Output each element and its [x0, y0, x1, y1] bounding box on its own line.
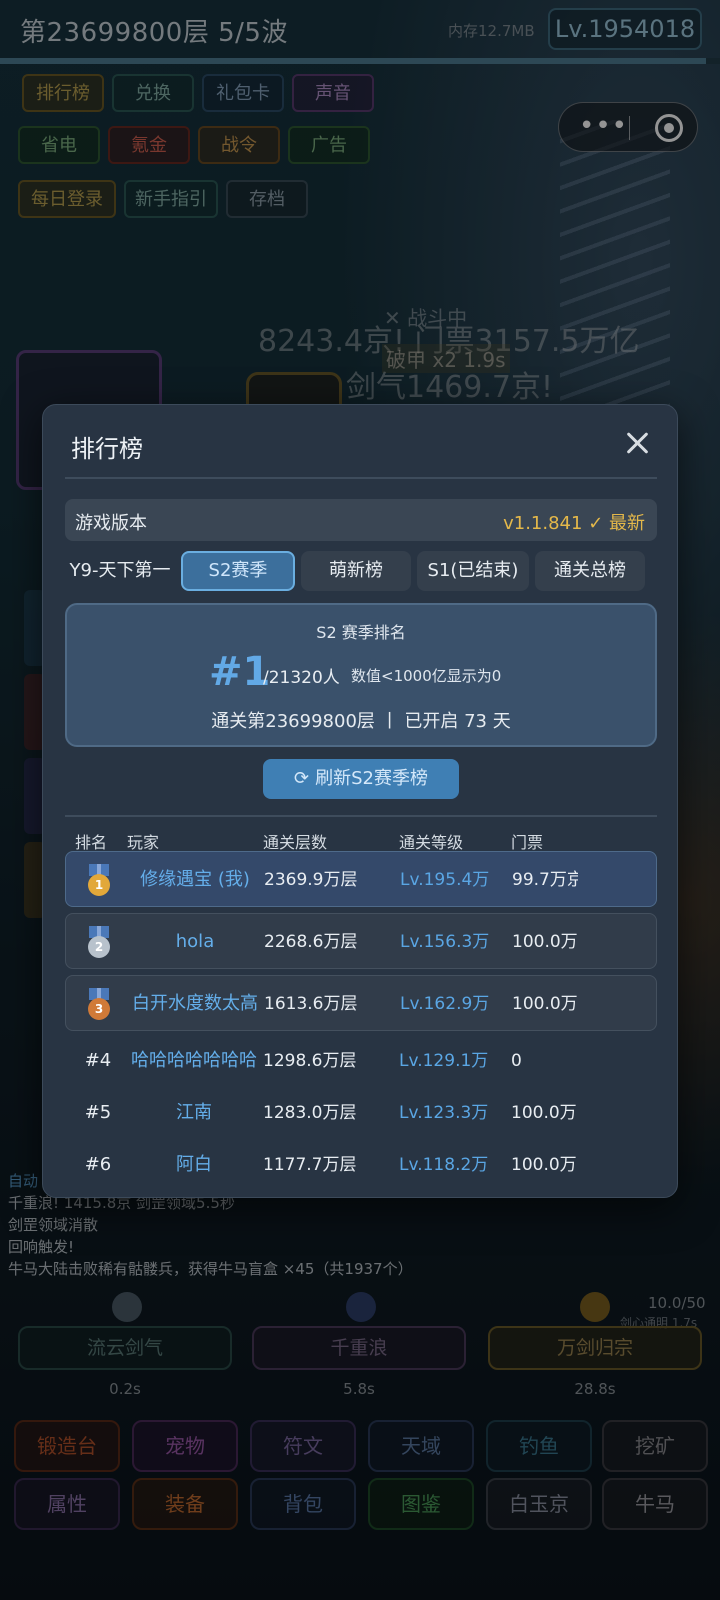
floors-cell: 1177.7万层	[263, 1155, 357, 1175]
floors-cell: 1298.6万层	[263, 1051, 357, 1071]
total-players: /21320人	[263, 668, 340, 688]
table-row[interactable]: 2 hola 2268.6万层 Lv.156.3万 100.0万京	[65, 913, 657, 969]
table-row[interactable]: #4 哈哈哈哈哈哈哈 1298.6万层 Lv.129.1万 0	[65, 1033, 657, 1089]
my-rank-number: #1	[209, 649, 271, 695]
column-header-rank: 排名	[75, 833, 108, 852]
table-row[interactable]: 3 白开水度数太高 1613.6万层 Lv.162.9万 100.0万京	[65, 975, 657, 1031]
tab-s2-season[interactable]: S2赛季	[181, 551, 295, 591]
level-cell: Lv.156.3万	[400, 932, 490, 952]
tab-newbie[interactable]: 萌新榜	[301, 551, 411, 591]
level-cell: Lv.123.3万	[399, 1103, 489, 1123]
level-cell: Lv.162.9万	[400, 994, 490, 1014]
level-cell: Lv.195.4万	[400, 870, 490, 890]
rank-card-title: S2 赛季排名	[316, 623, 406, 642]
divider	[65, 477, 657, 479]
table-row[interactable]: #6 阿白 1177.7万层 Lv.118.2万 100.0万京	[65, 1137, 657, 1193]
game-version-row: 游戏版本 v1.1.841 ✓ 最新	[65, 499, 657, 541]
leaderboard-modal: 排行榜 游戏版本 v1.1.841 ✓ 最新 Y9-天下第一 S2赛季 萌新榜 …	[42, 404, 678, 1198]
bronze-medal-icon: 3	[86, 988, 112, 1020]
table-row[interactable]: 1 修缘遇宝 (我) 2369.9万层 Lv.195.4万 99.7万京	[65, 851, 657, 907]
column-header-floors: 通关层数	[263, 833, 328, 852]
tab-y9-world-first[interactable]: Y9-天下第一	[65, 551, 175, 591]
medal-rank-number: 3	[88, 998, 110, 1020]
player-name-cell: 哈哈哈哈哈哈哈	[131, 1050, 257, 1071]
ticket-cell: 0	[511, 1051, 522, 1071]
medal-rank-number: 1	[88, 874, 110, 896]
divider	[65, 815, 657, 817]
floors-cell: 1283.0万层	[263, 1103, 357, 1123]
gold-medal-icon: 1	[86, 864, 112, 896]
level-cell: Lv.129.1万	[399, 1051, 489, 1071]
ticket-cell: 99.7万京	[512, 870, 578, 890]
player-name-cell: 江南	[176, 1102, 212, 1123]
rank-cell: #6	[84, 1154, 112, 1175]
column-header-ticket: 门票	[511, 833, 544, 852]
tab-total-clear[interactable]: 通关总榜	[535, 551, 645, 591]
silver-medal-icon: 2	[86, 926, 112, 958]
rank-cell: #5	[84, 1102, 112, 1123]
floors-cell: 2369.9万层	[264, 870, 358, 890]
refresh-label: 刷新S2赛季榜	[315, 768, 428, 789]
ticket-cell: 100.0万京	[512, 932, 578, 952]
leaderboard-tabs: Y9-天下第一 S2赛季 萌新榜 S1(已结束) 通关总榜	[65, 551, 657, 591]
column-header-level: 通关等级	[399, 833, 464, 852]
value-display-note: 数值<1000亿显示为0	[351, 667, 502, 685]
season-progress-detail: 通关第23699800层 丨 已开启 73 天	[211, 711, 511, 732]
close-icon[interactable]	[623, 429, 651, 457]
medal-rank-number: 2	[88, 936, 110, 958]
player-name-cell: 白开水度数太高	[132, 993, 258, 1014]
column-header-player: 玩家	[127, 833, 160, 852]
floors-cell: 2268.6万层	[264, 932, 358, 952]
refresh-icon: ⟳	[294, 768, 310, 789]
level-cell: Lv.118.2万	[399, 1155, 489, 1175]
ticket-cell: 100.0万京	[511, 1155, 577, 1175]
modal-title: 排行榜	[71, 435, 143, 463]
ticket-cell: 100.0万京	[512, 994, 578, 1014]
player-name-cell: 修缘遇宝 (我)	[140, 869, 250, 890]
ticket-cell: 100.0万京	[511, 1103, 577, 1123]
player-name-cell: hola	[175, 931, 215, 952]
version-label: 游戏版本	[75, 513, 147, 534]
player-name-cell: 阿白	[176, 1154, 212, 1175]
version-value: v1.1.841 ✓ 最新	[503, 513, 645, 534]
tab-s1-ended[interactable]: S1(已结束)	[417, 551, 529, 591]
rank-cell: #4	[84, 1050, 112, 1071]
table-row[interactable]: #5 江南 1283.0万层 Lv.123.3万 100.0万京	[65, 1085, 657, 1141]
floors-cell: 1613.6万层	[264, 994, 358, 1014]
refresh-season-button[interactable]: ⟳ 刷新S2赛季榜	[263, 759, 459, 799]
season-rank-card: S2 赛季排名 #1 /21320人 数值<1000亿显示为0 通关第23699…	[65, 603, 657, 747]
